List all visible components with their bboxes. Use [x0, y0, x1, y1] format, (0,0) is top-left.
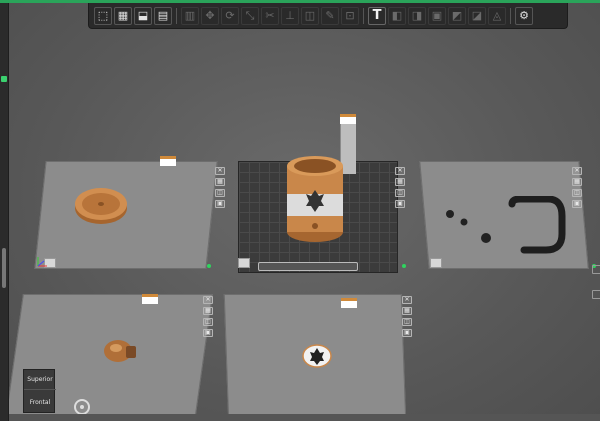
- plate-3-orient-icon[interactable]: ◫: [572, 189, 582, 197]
- sidebar-scrollbar[interactable]: [2, 248, 6, 288]
- seam-icon[interactable]: ◫: [301, 6, 319, 25]
- boolean-icon[interactable]: ◩: [448, 6, 466, 25]
- plate-4-tools: ✕ ▦ ◫ ▣: [203, 296, 213, 337]
- plate-4-arrange-icon[interactable]: ▦: [203, 307, 213, 315]
- bottom-strip: [0, 414, 600, 421]
- plate-4-orient-icon[interactable]: ◫: [203, 318, 213, 326]
- model-helmet[interactable]: [102, 338, 138, 364]
- plate-2-scale-bar: [258, 262, 358, 271]
- plate-2-corner-marker: [238, 258, 250, 268]
- split-icon[interactable]: ◨: [408, 6, 426, 25]
- left-sidebar-collapsed[interactable]: [0, 0, 9, 421]
- plate-3-arrange-icon[interactable]: ▦: [572, 178, 582, 186]
- plate-3-corner-marker: [430, 258, 442, 268]
- plate-4-close-icon[interactable]: ✕: [203, 296, 213, 304]
- plate-3-close-icon[interactable]: ✕: [572, 167, 582, 175]
- view-cube-top[interactable]: Superior: [24, 370, 56, 390]
- plate-5-orient-icon[interactable]: ◫: [402, 318, 412, 326]
- plate-icon[interactable]: ▤: [154, 6, 172, 25]
- model-small-parts[interactable]: [440, 208, 496, 248]
- toolbar-separator: [363, 7, 364, 24]
- move-icon[interactable]: ✥: [201, 6, 219, 25]
- plate-5-tools: ✕ ▦ ◫ ▣: [402, 296, 412, 337]
- rotate-icon[interactable]: ⟳: [221, 6, 239, 25]
- cut-icon[interactable]: ✂: [261, 6, 279, 25]
- orient-icon[interactable]: ⬓: [134, 6, 152, 25]
- model-handle[interactable]: [508, 196, 566, 254]
- plate-2-tools: ✕ ▦ ◫ ▣: [395, 167, 405, 208]
- plate-5-filament-badge: [341, 298, 357, 308]
- emboss-icon[interactable]: ◧: [388, 6, 406, 25]
- plate-2-origin-dot: [402, 264, 406, 268]
- support-icon[interactable]: ⊥: [281, 6, 299, 25]
- plate-2-arrange-icon[interactable]: ▦: [395, 178, 405, 186]
- text-icon[interactable]: T: [368, 6, 386, 25]
- plate-2-orient-icon[interactable]: ◫: [395, 189, 405, 197]
- plate-2-filament-badge: [340, 114, 356, 124]
- plate-1-tools: ✕ ▦ ◫ ▣: [215, 167, 225, 208]
- add-object-icon[interactable]: ⬚: [94, 6, 112, 25]
- plate-4-filament-badge: [142, 294, 158, 304]
- camera-orbit-icon[interactable]: [74, 399, 90, 415]
- plate-3-tools: ✕ ▦ ◫ ▣: [572, 167, 582, 208]
- 3d-viewport[interactable]: ✕ ▦ ◫ ▣ ✕ ▦ ◫ ▣ ✕ ▦ ◫ ▣ ✕ ▦ ◫ ▣ ✕ ▦ ◫ ▣ …: [0, 0, 600, 421]
- plate-2-close-icon[interactable]: ✕: [395, 167, 405, 175]
- settings-icon[interactable]: ⚙: [515, 6, 533, 25]
- plate-1-filament-badge: [160, 156, 176, 166]
- brim-icon[interactable]: ◬: [488, 6, 506, 25]
- plate-1-lock-icon[interactable]: ▣: [215, 200, 225, 208]
- plate-5-close-icon[interactable]: ✕: [402, 296, 412, 304]
- view-cube[interactable]: Superior Frontal: [23, 369, 56, 413]
- plate-1-orient-icon[interactable]: ◫: [215, 189, 225, 197]
- plate-3-lock-icon[interactable]: ▣: [572, 200, 582, 208]
- model-emblem-disc[interactable]: [302, 344, 332, 368]
- status-indicator-icon: [1, 76, 7, 82]
- paint-icon[interactable]: ✎: [321, 6, 339, 25]
- layers-icon[interactable]: ▥: [181, 6, 199, 25]
- simplify-icon[interactable]: ◪: [468, 6, 486, 25]
- assembly-icon[interactable]: ▣: [428, 6, 446, 25]
- grid-arrange-icon[interactable]: ▦: [114, 6, 132, 25]
- main-toolbar: ⬚ ▦ ⬓ ▤ ▥ ✥ ⟳ ⤡ ✂ ⊥ ◫ ✎ ⊡ T ◧ ◨ ▣ ◩ ◪ ◬ ⚙: [88, 3, 568, 29]
- measure-icon[interactable]: ⊡: [341, 6, 359, 25]
- view-cube-front[interactable]: Frontal: [24, 392, 56, 412]
- plate-5-arrange-icon[interactable]: ▦: [402, 307, 412, 315]
- plate-1-close-icon[interactable]: ✕: [215, 167, 225, 175]
- axes-gizmo-icon: [37, 257, 47, 267]
- toolbar-separator: [176, 7, 177, 24]
- plate-1-arrange-icon[interactable]: ▦: [215, 178, 225, 186]
- model-lid[interactable]: [74, 184, 128, 226]
- plate-1-origin-dot: [207, 264, 211, 268]
- plate-2-lock-icon[interactable]: ▣: [395, 200, 405, 208]
- right-panel-icon-2[interactable]: [592, 290, 600, 299]
- toolbar-separator: [510, 7, 511, 24]
- scale-icon[interactable]: ⤡: [241, 6, 259, 25]
- plate-5-lock-icon[interactable]: ▣: [402, 329, 412, 337]
- model-cup[interactable]: [282, 152, 348, 244]
- plate-4-lock-icon[interactable]: ▣: [203, 329, 213, 337]
- right-panel-icon[interactable]: [592, 265, 600, 274]
